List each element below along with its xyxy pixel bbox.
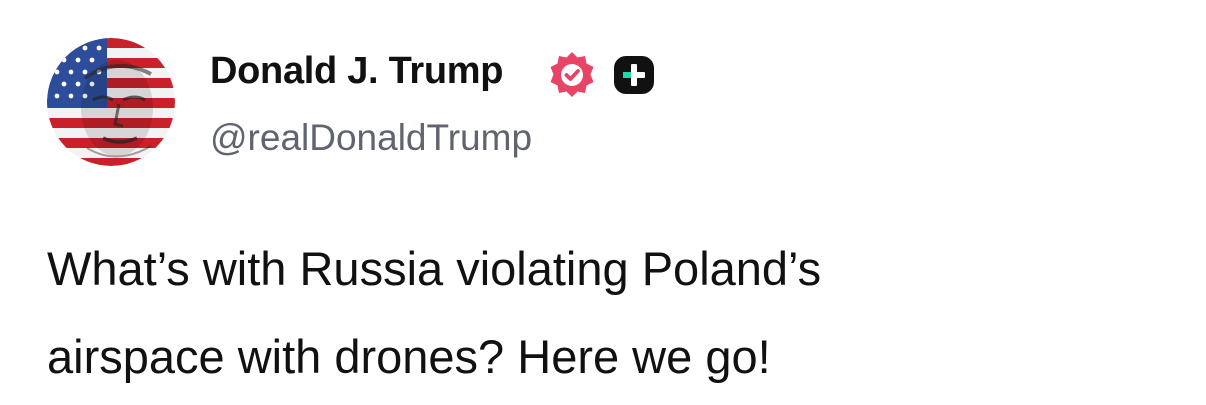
post-text-line: airspace with drones? Here we go! <box>47 330 771 383</box>
post-card: Donald J. Trump @realDonaldTrump What’s … <box>0 0 1206 405</box>
plus-square-icon[interactable] <box>612 55 656 95</box>
user-handle[interactable]: @realDonaldTrump <box>210 117 532 159</box>
avatar[interactable] <box>47 38 175 166</box>
display-name[interactable]: Donald J. Trump <box>210 50 504 93</box>
verified-badge-icon <box>547 50 597 100</box>
post-text-line: What’s with Russia violating Poland’s <box>47 242 822 295</box>
post-text: What’s with Russia violating Poland’s ai… <box>47 225 1167 401</box>
flag-portrait-icon <box>47 38 175 166</box>
